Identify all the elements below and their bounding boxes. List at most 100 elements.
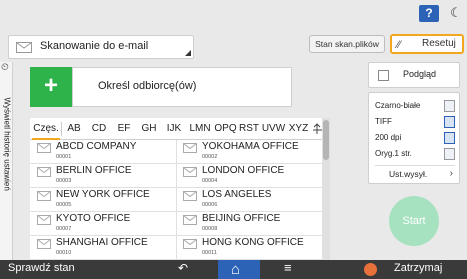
setting-original-sides[interactable]: Oryg.1 str.: [375, 147, 455, 161]
stop-icon: [364, 263, 377, 276]
list-item[interactable]: SHANGHAI OFFICE 00010: [30, 236, 176, 260]
mail-icon: [37, 143, 51, 153]
entry-name: BEIJING OFFICE: [202, 213, 281, 224]
mail-icon: [37, 239, 51, 249]
scan-settings-panel[interactable]: Czarno-białe TIFF 200 dpi Oryg.1 str. Us…: [368, 92, 460, 184]
tab-uvw[interactable]: UVW: [260, 118, 287, 140]
tab-ef[interactable]: EF: [114, 118, 134, 140]
resolution-icon: [444, 132, 455, 144]
moon-icon[interactable]: ☾: [447, 4, 465, 22]
entry-name: NEW YORK OFFICE: [56, 189, 150, 200]
stop-button[interactable]: Zatrzymaj: [394, 262, 442, 274]
entry-name: KYOTO OFFICE: [56, 213, 131, 224]
tab-gh[interactable]: GH: [138, 118, 160, 140]
list-item[interactable]: ABCD COMPANY 00001: [30, 140, 176, 164]
reset-button[interactable]: ⁄⁄ Resetuj: [390, 34, 464, 54]
setting-resolution[interactable]: 200 dpi: [375, 131, 455, 145]
tab-ab[interactable]: AB: [64, 118, 84, 140]
scrollbar-thumb[interactable]: [323, 120, 329, 160]
tab-cd[interactable]: CD: [88, 118, 110, 140]
scan-status-button[interactable]: Stan skan.plików: [309, 35, 385, 53]
check-status-button[interactable]: Sprawdź stan: [8, 262, 75, 274]
entry-number: 00003: [56, 178, 72, 184]
clock-icon: ⏲: [1, 62, 9, 73]
preview-checkbox[interactable]: [378, 70, 389, 81]
home-button[interactable]: ⌂: [218, 260, 260, 279]
menu-icon[interactable]: ≡: [284, 260, 292, 275]
entry-name: BERLIN OFFICE: [56, 165, 132, 176]
add-destination-button[interactable]: +: [30, 67, 72, 107]
list-item[interactable]: HONG KONG OFFICE 00011: [176, 236, 322, 260]
setting-color-mode[interactable]: Czarno-białe: [375, 99, 455, 113]
tab-opq[interactable]: OPQ: [213, 118, 238, 140]
entry-name: LONDON OFFICE: [202, 165, 285, 176]
destination-type-label: Skanowanie do e-mail: [40, 40, 149, 52]
settings-history-label: Wyświetl historię ustawień: [2, 97, 12, 191]
entry-number: 00001: [56, 154, 72, 160]
send-settings-label: Ust.wysył.: [389, 169, 428, 179]
back-icon[interactable]: ↶: [178, 261, 188, 275]
mail-icon: [37, 167, 51, 177]
entry-number: 00002: [202, 154, 218, 160]
tab-divider: [61, 122, 62, 136]
list-item[interactable]: KYOTO OFFICE 00007: [30, 212, 176, 236]
mail-icon: [183, 143, 197, 153]
reset-label: Resetuj: [422, 38, 456, 49]
entry-number: 00011: [202, 250, 217, 256]
list-item[interactable]: LONDON OFFICE 00004: [176, 164, 322, 188]
list-item[interactable]: YOKOHAMA OFFICE 00002: [176, 140, 322, 164]
entry-name: YOKOHAMA OFFICE: [202, 141, 299, 152]
mail-icon: [183, 215, 197, 225]
dropdown-corner-icon: [185, 50, 191, 56]
entry-name: HONG KONG OFFICE: [202, 237, 304, 248]
mail-icon: [183, 167, 197, 177]
index-tab-bar: Częs. AB CD EF GH IJK LMN OPQ RST UVW XY…: [30, 118, 322, 140]
entry-number: 00005: [56, 202, 72, 208]
setting-label: 200 dpi: [375, 133, 402, 142]
preview-toggle[interactable]: Podgląd: [368, 62, 460, 88]
setting-label: TIFF: [375, 117, 392, 126]
color-mode-icon: [444, 100, 455, 112]
chevron-right-icon: ›: [449, 168, 453, 179]
destination-type-select[interactable]: Skanowanie do e-mail: [8, 35, 194, 59]
start-button[interactable]: Start: [389, 196, 439, 246]
tab-lmn[interactable]: LMN: [187, 118, 213, 140]
send-settings-button[interactable]: Ust.wysył. ›: [375, 165, 455, 181]
tab-ijk[interactable]: IJK: [164, 118, 184, 140]
entry-number: 00006: [202, 202, 218, 208]
entry-number: 00010: [56, 250, 72, 256]
home-icon: ⌂: [231, 261, 241, 278]
preview-label: Podgląd: [403, 69, 437, 79]
list-item[interactable]: BEIJING OFFICE 00008: [176, 212, 322, 236]
entry-name: ABCD COMPANY: [56, 141, 137, 152]
tab-frequent[interactable]: Częs.: [32, 118, 60, 140]
setting-file-type[interactable]: TIFF: [375, 115, 455, 129]
original-sides-icon: [444, 148, 455, 160]
help-button[interactable]: ?: [419, 5, 439, 22]
entry-name: LOS ANGELES: [202, 189, 272, 200]
tab-xyz[interactable]: XYZ: [287, 118, 310, 140]
sort-icon[interactable]: [313, 123, 322, 135]
entry-number: 00008: [202, 226, 218, 232]
mail-icon: [16, 42, 32, 53]
setting-label: Oryg.1 str.: [375, 149, 412, 158]
setting-label: Czarno-białe: [375, 101, 421, 110]
reset-icon: ⁄⁄: [397, 39, 401, 51]
list-item[interactable]: BERLIN OFFICE 00003: [30, 164, 176, 188]
entry-name: SHANGHAI OFFICE: [56, 237, 148, 248]
tab-rst[interactable]: RST: [238, 118, 260, 140]
list-item[interactable]: LOS ANGELES 00006: [176, 188, 322, 212]
list-scrollbar[interactable]: [322, 118, 330, 260]
top-strip: [0, 0, 467, 28]
entry-number: 00004: [202, 178, 218, 184]
file-type-icon: [444, 116, 455, 128]
mail-icon: [37, 191, 51, 201]
list-item[interactable]: NEW YORK OFFICE 00005: [30, 188, 176, 212]
mail-icon: [183, 239, 197, 249]
settings-history-tab[interactable]: ⏲ Wyświetl historię ustawień: [0, 62, 13, 260]
entry-number: 00007: [56, 226, 72, 232]
add-destination-field[interactable]: Określ odbiorcę(ów): [72, 67, 292, 107]
mail-icon: [183, 191, 197, 201]
add-destination-label: Określ odbiorcę(ów): [98, 80, 197, 92]
mail-icon: [37, 215, 51, 225]
